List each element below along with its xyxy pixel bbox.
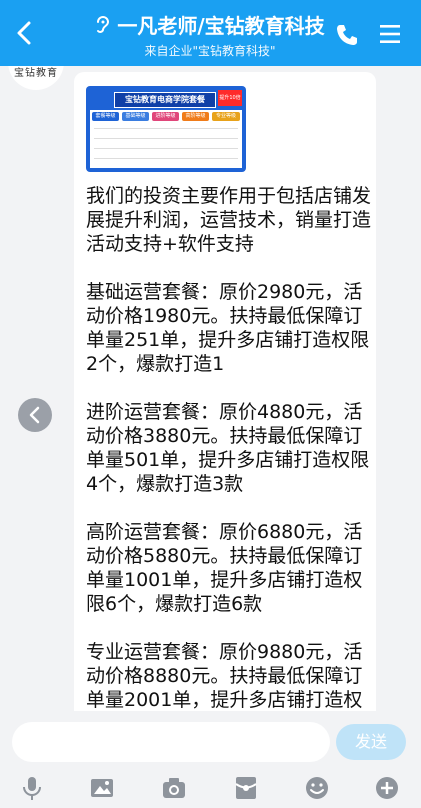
hearing-icon (97, 15, 110, 33)
poster-row-line (94, 148, 238, 149)
previous-arrow-button[interactable] (18, 398, 52, 432)
message-list[interactable]: 宝钻教育 宝钻教育电商学院套餐 提升10倍 套餐等级 基础等级 进阶等级 高阶等… (0, 66, 421, 711)
poster-col-header: 进阶等级 (152, 112, 179, 121)
microphone-icon[interactable] (18, 774, 46, 802)
message-text: 我们的投资主要作用于包括店铺发展提升利润，运营技术，销量打造活动支持+软件支持 … (86, 185, 372, 711)
menu-icon[interactable] (378, 22, 402, 46)
emoji-icon[interactable] (303, 774, 331, 802)
avatar[interactable]: 宝钻教育 (8, 66, 64, 90)
poster-title: 宝钻教育电商学院套餐 (114, 92, 216, 108)
message-input[interactable] (12, 722, 330, 762)
camera-icon[interactable] (160, 774, 188, 802)
red-packet-icon[interactable] (232, 774, 260, 802)
message-bubble[interactable]: 宝钻教育电商学院套餐 提升10倍 套餐等级 基础等级 进阶等级 高阶等级 专业等… (74, 72, 376, 711)
poster-col-header: 专业等级 (212, 112, 240, 121)
poster-col-header: 高阶等级 (182, 112, 209, 121)
image-icon[interactable] (88, 774, 116, 802)
chat-header: 一凡老师/宝钻教育科技 来自企业"宝钻教育科技" (0, 0, 421, 66)
poster-col-header: 套餐等级 (92, 112, 119, 121)
plus-icon[interactable] (373, 774, 401, 802)
chat-title-area: 一凡老师/宝钻教育科技 来自企业"宝钻教育科技" (70, 10, 350, 59)
input-bar: 发送 (0, 712, 421, 808)
chat-subtitle: 来自企业"宝钻教育科技" (144, 44, 276, 58)
poster-row-line (94, 128, 238, 129)
poster-table: 套餐等级 基础等级 进阶等级 高阶等级 专业等级 (90, 110, 242, 168)
back-arrow-icon[interactable] (10, 18, 40, 48)
poster-image[interactable]: 宝钻教育电商学院套餐 提升10倍 套餐等级 基础等级 进阶等级 高阶等级 专业等… (86, 86, 246, 172)
poster-col-header: 基础等级 (122, 112, 149, 121)
send-button[interactable]: 发送 (336, 724, 406, 760)
phone-icon[interactable] (334, 22, 360, 48)
poster-row-line (94, 158, 238, 159)
poster-badge: 提升10倍 (218, 90, 242, 106)
poster-row-line (94, 138, 238, 139)
avatar-label: 宝钻教育 (14, 68, 58, 79)
chat-title: 一凡老师/宝钻教育科技 (117, 14, 325, 38)
